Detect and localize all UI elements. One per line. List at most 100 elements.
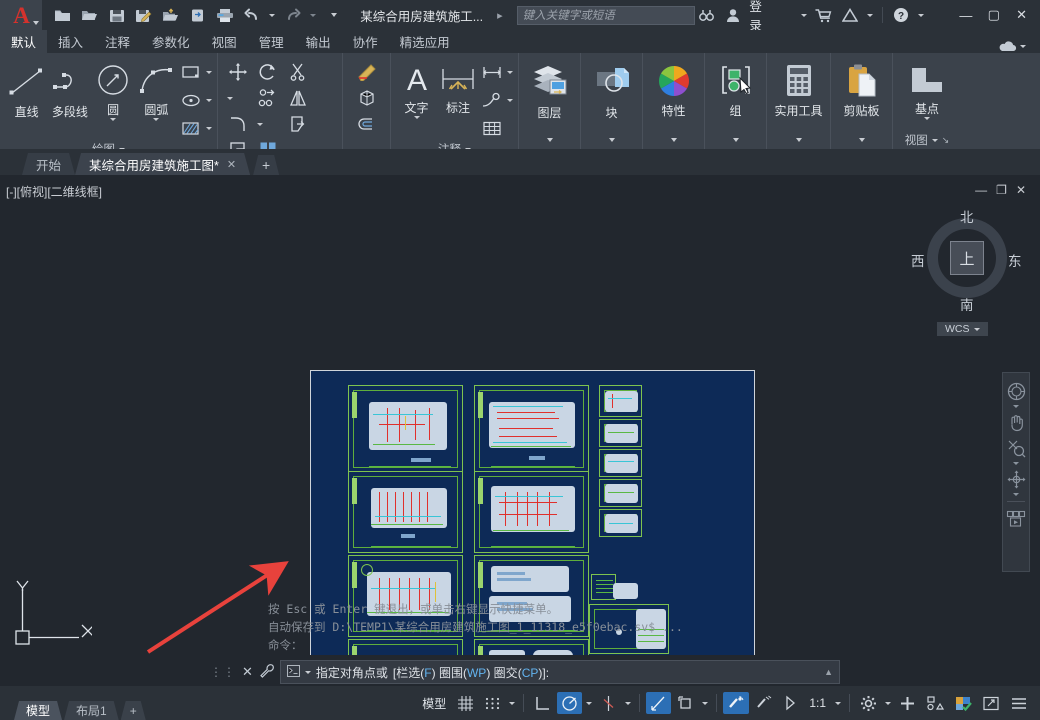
polar-icon[interactable] xyxy=(557,692,583,714)
file-tab-close-icon[interactable]: ✕ xyxy=(227,158,236,171)
properties-panel-expander[interactable] xyxy=(670,131,677,149)
user-avatar-icon[interactable] xyxy=(721,3,744,27)
title-overflow-icon[interactable]: ▸ xyxy=(497,9,503,22)
group-panel-expander[interactable] xyxy=(732,131,739,149)
mirror-icon[interactable] xyxy=(283,85,313,111)
fillet-icon[interactable] xyxy=(223,111,253,137)
drawing-sheet[interactable] xyxy=(474,385,589,473)
space-indicator[interactable]: 模型 xyxy=(417,695,451,712)
ribbon-tab-parametric[interactable]: 参数化 xyxy=(141,30,201,53)
file-tab-add-button[interactable]: + xyxy=(253,155,279,175)
ribbon-tab-view[interactable]: 视图 xyxy=(201,30,248,53)
drawing-close-button[interactable]: ✕ xyxy=(1016,183,1026,197)
clipboard-panel-expander[interactable] xyxy=(858,131,865,149)
trim-dropdown-icon[interactable] xyxy=(223,85,237,111)
wheel-dropdown-icon[interactable] xyxy=(1013,405,1019,408)
drawing-sheet[interactable] xyxy=(474,471,589,553)
viewcube-west-label[interactable]: 西 xyxy=(911,250,925,270)
rectangle-dropdown-icon[interactable] xyxy=(206,71,212,74)
help-dropdown-icon[interactable] xyxy=(915,3,926,27)
otrack-icon[interactable] xyxy=(646,692,672,714)
block-panel-expander[interactable] xyxy=(608,131,615,149)
ribbon-tab-featured-apps[interactable]: 精选应用 xyxy=(389,30,461,53)
save-as-icon[interactable] xyxy=(131,3,156,27)
window-minimize-button[interactable]: — xyxy=(953,0,978,30)
redo-dropdown-icon[interactable] xyxy=(307,3,319,27)
signin-dropdown-icon[interactable] xyxy=(798,3,809,27)
transparency-icon[interactable] xyxy=(751,692,777,714)
ellipse-icon[interactable] xyxy=(178,89,204,113)
erase-icon[interactable] xyxy=(354,59,380,83)
wrench-icon[interactable] xyxy=(259,663,274,681)
hardware-accel-icon[interactable] xyxy=(950,692,976,714)
hatch-dropdown-icon[interactable] xyxy=(206,127,212,130)
command-drag-handle[interactable]: ⋮⋮ xyxy=(210,665,236,679)
explode-icon[interactable] xyxy=(354,86,380,110)
command-expand-icon[interactable]: ▲ xyxy=(824,667,833,677)
hamburger-icon[interactable] xyxy=(1006,692,1032,714)
fullscreen-icon[interactable] xyxy=(978,692,1004,714)
wcs-selector[interactable]: WCS xyxy=(937,322,988,336)
ribbon-cloud-button[interactable] xyxy=(998,40,1026,53)
leader-icon[interactable] xyxy=(479,89,505,113)
selectioncycling-icon[interactable] xyxy=(779,692,802,714)
scale-dropdown-icon[interactable] xyxy=(833,692,843,714)
drawing-sheet[interactable] xyxy=(599,479,642,507)
app-menu-caret-icon[interactable] xyxy=(33,21,40,25)
layout-tab-layout1[interactable]: 布局1 xyxy=(64,701,119,720)
fillet-dropdown-icon[interactable] xyxy=(253,111,267,137)
lineweight-icon[interactable] xyxy=(723,692,750,714)
plot-icon[interactable] xyxy=(212,3,237,27)
new-icon[interactable] xyxy=(50,3,75,27)
isodraft-icon[interactable] xyxy=(596,692,621,714)
clipboard-button[interactable]: 剪贴板 xyxy=(838,59,886,119)
search-assist-icon[interactable] xyxy=(695,3,718,27)
group-button[interactable]: 组 xyxy=(712,59,760,119)
window-close-button[interactable]: ✕ xyxy=(1009,0,1034,30)
showmotion-icon[interactable] xyxy=(1004,507,1028,531)
viewport-label[interactable]: [-][俯视][二维线框] xyxy=(6,183,102,200)
settings-dropdown-icon[interactable] xyxy=(883,692,893,714)
viewcube-top-face[interactable]: 上 xyxy=(950,241,984,275)
offset-icon[interactable] xyxy=(354,113,380,137)
basepoint-dropdown-icon[interactable] xyxy=(924,117,930,120)
rotate-icon[interactable] xyxy=(253,59,283,85)
customization-plus-icon[interactable] xyxy=(895,692,920,714)
snap-dropdown-icon[interactable] xyxy=(507,692,517,714)
dim-linear-icon[interactable] xyxy=(479,61,505,85)
draw-circle-button[interactable]: 圆 xyxy=(92,58,135,121)
osnap-icon[interactable] xyxy=(673,692,698,714)
ribbon-tab-annotate[interactable]: 注释 xyxy=(94,30,141,53)
ribbon-tab-collaborate[interactable]: 协作 xyxy=(342,30,389,53)
command-input[interactable]: 指定对角点或 [栏选(F) 圈围(WP) 圈交(CP)]: ▲ xyxy=(279,660,840,684)
layout-tab-add-button[interactable]: + xyxy=(121,701,146,720)
view-panel-title[interactable]: 视图 ↘ xyxy=(905,131,950,149)
orbit-dropdown-icon[interactable] xyxy=(1013,493,1019,496)
layers-panel-expander[interactable] xyxy=(546,131,553,149)
autodesk-app-icon[interactable] xyxy=(839,3,862,27)
drawing-minimize-button[interactable]: — xyxy=(975,183,987,197)
draw-line-button[interactable]: 直线 xyxy=(5,58,48,120)
drawing-canvas[interactable]: [-][俯视][二维线框] — ❐ ✕ 上 北 南 西 东 WCS xyxy=(0,175,1040,655)
arc-dropdown-icon[interactable] xyxy=(153,118,160,121)
ribbon-tab-output[interactable]: 输出 xyxy=(295,30,342,53)
drawing-sheet[interactable] xyxy=(348,385,463,473)
viewcube[interactable]: 上 北 南 西 东 WCS xyxy=(911,210,1022,340)
utilities-button[interactable]: 实用工具 xyxy=(771,59,827,119)
isodraft-dropdown-icon[interactable] xyxy=(623,692,633,714)
move-icon[interactable] xyxy=(223,59,253,85)
cloud-save-icon[interactable] xyxy=(185,3,210,27)
save-icon[interactable] xyxy=(104,3,129,27)
drawing-sheet[interactable] xyxy=(599,449,642,477)
cmd-history-dropdown-icon[interactable] xyxy=(304,670,311,674)
grid-icon[interactable] xyxy=(453,692,478,714)
annotation-text-button[interactable]: A 文字 xyxy=(396,58,437,119)
drawing-sheet[interactable] xyxy=(599,509,642,537)
ortho-icon[interactable] xyxy=(530,692,555,714)
view-panel-launcher-icon[interactable]: ↘ xyxy=(942,135,950,146)
text-dropdown-icon[interactable] xyxy=(413,116,420,119)
file-tab-drawing[interactable]: 某综合用房建筑施工图* ✕ xyxy=(75,153,250,175)
layers-button[interactable]: 图层 xyxy=(526,59,574,121)
help-icon[interactable]: ? xyxy=(889,3,912,27)
viewcube-east-label[interactable]: 东 xyxy=(1008,250,1022,270)
